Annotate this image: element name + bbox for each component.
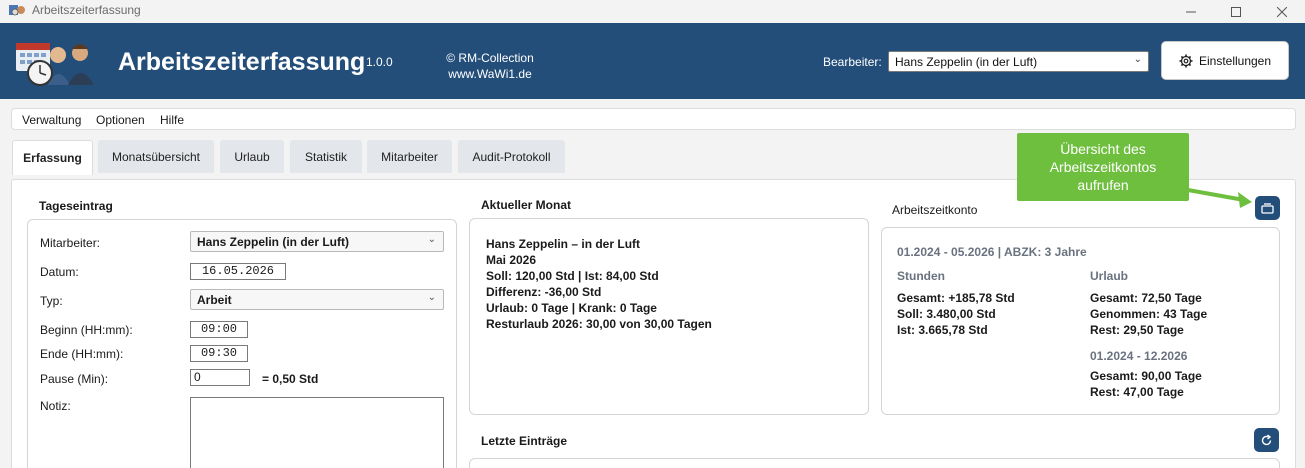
menu-bar: Verwaltung Optionen Hilfe: [11, 108, 1296, 130]
hours-actual: Ist: 3.665,78 Std: [897, 323, 988, 337]
month-target-actual: Soll: 120,00 Std | Ist: 84,00 Std: [486, 269, 659, 283]
gear-icon: [1179, 54, 1193, 67]
type-label: Typ:: [40, 294, 63, 308]
month-section-title: Aktueller Monat: [481, 198, 572, 212]
editor-select[interactable]: Hans Zeppelin (in der Luft) ⌄: [888, 51, 1149, 72]
settings-label: Einstellungen: [1198, 53, 1272, 68]
tab-statistik[interactable]: Statistik: [290, 140, 362, 173]
app-logo-icon: [16, 43, 94, 86]
copyright-info: © RM-Collection www.WaWi1.de: [438, 50, 542, 82]
end-time-label: Ende (HH:mm):: [40, 347, 124, 361]
account-overview-tooltip: Übersicht des Arbeitszeitkontos aufrufen: [1017, 133, 1189, 201]
tab-erfassung[interactable]: Erfassung: [12, 140, 93, 175]
vacation-rest: Rest: 29,50 Tage: [1090, 323, 1184, 337]
maximize-button[interactable]: [1213, 0, 1259, 23]
website-link[interactable]: www.WaWi1.de: [438, 66, 542, 82]
vacation-taken: Genommen: 43 Tage: [1090, 307, 1208, 321]
window-title: Arbeitszeiterfassung: [32, 3, 141, 17]
employee-select[interactable]: Hans Zeppelin (in der Luft) ⌄: [190, 231, 444, 252]
date-field[interactable]: 16.05.2026: [190, 263, 286, 280]
start-time-field[interactable]: 09:00: [190, 321, 248, 338]
tooltip-line-2: Arbeitszeitkontos: [1049, 159, 1157, 175]
menu-hilfe[interactable]: Hilfe: [160, 113, 184, 127]
minimize-button[interactable]: [1168, 0, 1214, 23]
note-textarea[interactable]: [190, 397, 444, 468]
note-label: Notiz:: [40, 399, 71, 413]
app-window-icon: [9, 5, 25, 16]
employee-label: Mitarbeiter:: [40, 236, 101, 250]
tab-urlaub[interactable]: Urlaub: [220, 140, 284, 173]
hours-title: Stunden: [897, 269, 945, 283]
vacation-total: Gesamt: 72,50 Tage: [1090, 291, 1202, 305]
account-section-title: Arbeitszeitkonto: [892, 203, 978, 217]
recent-card: [469, 458, 1280, 468]
editor-select-value: Hans Zeppelin (in der Luft): [895, 55, 1038, 69]
pause-field[interactable]: 0: [190, 369, 250, 386]
tooltip-line-3: aufrufen: [1077, 177, 1129, 193]
month-name: Mai 2026: [486, 253, 537, 267]
employee-select-value: Hans Zeppelin (in der Luft): [197, 235, 349, 249]
hours-target: Soll: 3.480,00 Std: [897, 307, 996, 321]
minimize-icon: [1186, 11, 1196, 12]
tab-audit-protokoll[interactable]: Audit-Protokoll: [458, 140, 565, 173]
menu-verwaltung[interactable]: Verwaltung: [22, 113, 81, 127]
start-time-label: Beginn (HH:mm):: [40, 323, 133, 337]
type-select[interactable]: Arbeit ⌄: [190, 289, 444, 310]
end-time-field[interactable]: 09:30: [190, 345, 248, 362]
month-employee: Hans Zeppelin – in der Luft: [486, 237, 641, 251]
app-header: Arbeitszeiterfassung 1.0.0 © RM-Collecti…: [0, 23, 1305, 99]
close-icon: [1277, 6, 1287, 17]
chevron-down-icon: ⌄: [427, 234, 436, 245]
entry-section-title: Tageseintrag: [39, 199, 113, 213]
menu-optionen[interactable]: Optionen: [96, 113, 145, 127]
month-difference: Differenz: -36,00 Std: [486, 285, 602, 299]
month-vacation-sick: Urlaub: 0 Tage | Krank: 0 Tage: [486, 301, 657, 315]
app-title: Arbeitszeiterfassung: [118, 48, 366, 76]
close-button[interactable]: [1259, 0, 1305, 23]
chevron-down-icon: ⌄: [1133, 54, 1142, 65]
period2-title: 01.2024 - 12.2026: [1090, 349, 1188, 363]
settings-button[interactable]: Einstellungen: [1161, 41, 1289, 80]
window-titlebar: Arbeitszeiterfassung: [0, 0, 1305, 23]
vacation-title: Urlaub: [1090, 269, 1129, 283]
type-select-value: Arbeit: [197, 293, 232, 307]
period2-total: Gesamt: 90,00 Tage: [1090, 369, 1202, 383]
maximize-icon: [1231, 6, 1241, 17]
hours-total: Gesamt: +185,78 Std: [897, 291, 1015, 305]
copyright-text: © RM-Collection: [446, 51, 534, 65]
pause-result: = 0,50 Std: [262, 372, 319, 386]
month-remaining-vacation: Resturlaub 2026: 30,00 von 30,00 Tagen: [486, 317, 712, 331]
app-version: 1.0.0: [366, 55, 393, 69]
tab-mitarbeiter[interactable]: Mitarbeiter: [367, 140, 452, 173]
period2-rest: Rest: 47,00 Tage: [1090, 385, 1184, 399]
chevron-down-icon: ⌄: [427, 292, 436, 303]
refresh-icon: [1261, 433, 1272, 445]
pause-label: Pause (Min):: [40, 372, 109, 386]
tab-monatsuebersicht[interactable]: Monatsübersicht: [98, 140, 214, 173]
tooltip-arrow-icon: [1186, 188, 1252, 208]
refresh-button[interactable]: [1254, 428, 1279, 452]
editor-label: Bearbeiter:: [823, 55, 882, 69]
tooltip-line-1: Übersicht des: [1060, 141, 1146, 157]
date-label: Datum:: [40, 265, 79, 279]
recent-section-title: Letzte Einträge: [481, 434, 568, 448]
account-period: 01.2024 - 05.2026 | ABZK: 3 Jahre: [897, 245, 1087, 259]
